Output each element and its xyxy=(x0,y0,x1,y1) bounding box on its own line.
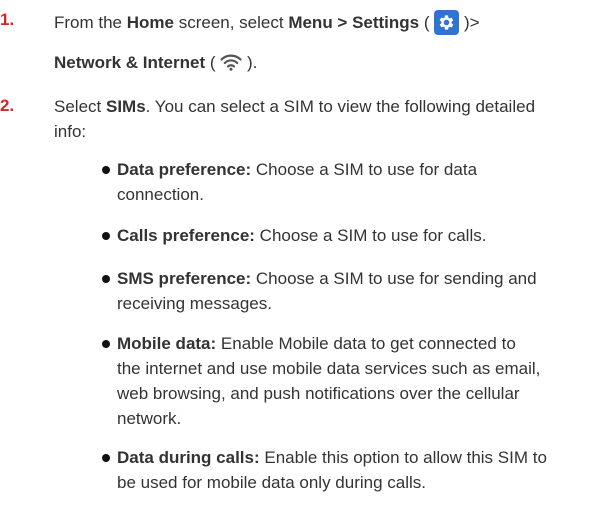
network-internet-label: Network & Internet xyxy=(54,53,206,72)
list-item-line: the internet and use mobile data service… xyxy=(117,358,540,380)
list-item-line: be used for mobile data only during call… xyxy=(117,472,426,494)
option-name: Data preference: xyxy=(117,160,252,179)
step-text: info: xyxy=(54,122,87,141)
list-item-line: receiving messages. xyxy=(117,293,272,315)
bullet-dot xyxy=(102,275,110,283)
step-text: Select xyxy=(54,97,106,116)
bullet-dot xyxy=(102,454,110,462)
home-label: Home xyxy=(126,13,174,32)
step-1-line-1: From the Home screen, select Menu > Sett… xyxy=(54,10,480,35)
option-text: be used for mobile data only during call… xyxy=(117,473,427,492)
bullet-dot xyxy=(102,166,110,174)
option-text: Choose a SIM to use for sending and xyxy=(251,269,537,288)
step-1-line-2: Network & Internet ( ). xyxy=(54,52,257,77)
option-name: SMS preference: xyxy=(117,269,252,288)
step-number: 2. xyxy=(0,96,15,115)
sims-label: SIMs xyxy=(105,97,146,116)
option-text: Choose a SIM to use for calls. xyxy=(254,226,487,245)
option-name: Calls preference: xyxy=(117,226,255,245)
menu-settings-label: Menu > Settings xyxy=(288,13,420,32)
option-name: Mobile data: xyxy=(117,334,217,353)
step-2-line-1: Select SIMs. You can select a SIM to vie… xyxy=(54,96,535,118)
list-item-line: connection. xyxy=(117,184,204,206)
bullet-dot xyxy=(102,340,110,348)
list-item-line: network. xyxy=(117,408,181,430)
step-text: screen, select xyxy=(173,13,289,32)
option-text: connection. xyxy=(117,185,204,204)
list-item-line: SMS preference: Choose a SIM to use for … xyxy=(117,268,537,290)
step-2-line-2: info: xyxy=(54,121,86,143)
step-text: . You can select a SIM to view the follo… xyxy=(145,97,536,116)
option-name: Data during calls: xyxy=(117,448,260,467)
gear-icon xyxy=(434,10,460,35)
option-text: Enable Mobile data to get connected to xyxy=(216,334,516,353)
list-item-line: Mobile data: Enable Mobile data to get c… xyxy=(117,333,516,355)
option-text: Enable this option to allow this SIM to xyxy=(259,448,547,467)
paren-close: )> xyxy=(464,13,480,32)
option-text: Choose a SIM to use for data xyxy=(251,160,478,179)
step-number: 1. xyxy=(0,10,15,29)
option-text: receiving messages. xyxy=(117,294,272,313)
step-text: From the xyxy=(54,13,127,32)
paren-open: ( xyxy=(205,53,216,72)
list-item-line: Calls preference: Choose a SIM to use fo… xyxy=(117,225,486,247)
option-text: web browsing, and push notifications ove… xyxy=(117,384,520,403)
instructions-page: 1. From the Home screen, select Menu > S… xyxy=(0,0,606,508)
option-text: network. xyxy=(117,409,182,428)
paren-close: ). xyxy=(247,53,258,72)
paren-open: ( xyxy=(419,13,430,32)
bullet-dot xyxy=(102,232,110,240)
list-item-line: Data preference: Choose a SIM to use for… xyxy=(117,159,477,181)
list-item-line: web browsing, and push notifications ove… xyxy=(117,383,520,405)
list-item-line: Data during calls: Enable this option to… xyxy=(117,447,547,469)
option-text: the internet and use mobile data service… xyxy=(117,359,541,378)
wifi-icon xyxy=(220,54,242,77)
